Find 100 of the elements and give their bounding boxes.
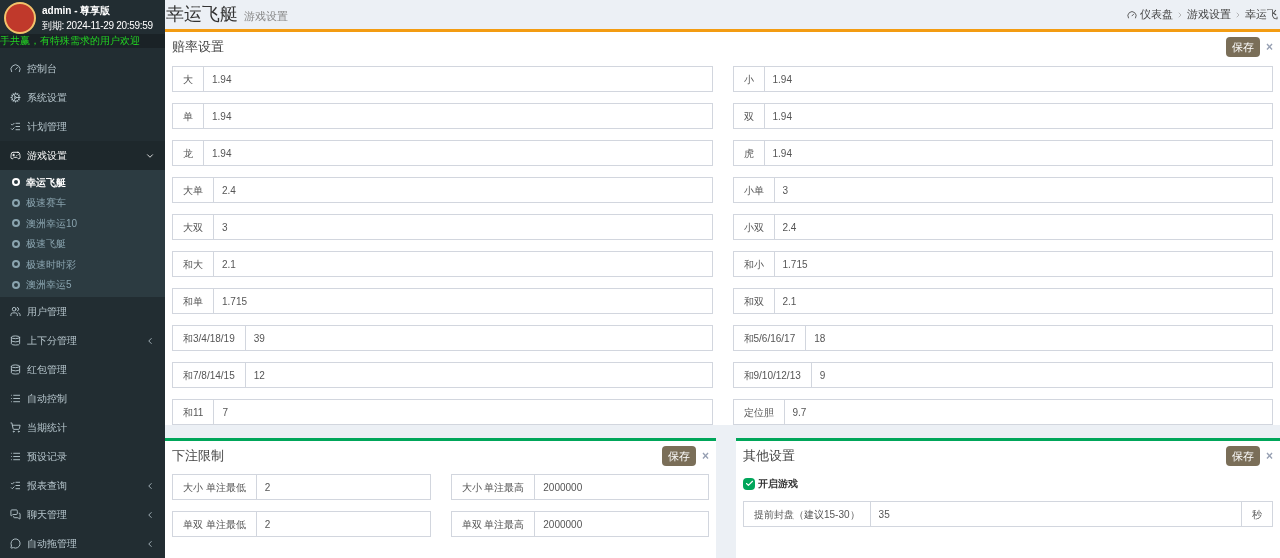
- input-field[interactable]: 35: [870, 501, 1242, 527]
- submenu-item[interactable]: 幸运飞艇: [0, 172, 165, 193]
- breadcrumb-link[interactable]: 游戏设置: [1187, 6, 1231, 23]
- field-label: 和大: [172, 251, 214, 277]
- sidebar-item[interactable]: 计划管理: [0, 112, 165, 142]
- input-field[interactable]: 9.7: [784, 399, 1273, 425]
- chat-icon: [10, 509, 21, 521]
- field-label: 单双 单注最低: [172, 511, 257, 537]
- input-field[interactable]: 12: [245, 362, 713, 388]
- box-title: 赔率设置: [172, 38, 224, 57]
- list-icon: [10, 121, 21, 133]
- field-label: 和9/10/12/13: [732, 362, 812, 388]
- field-label: 小: [732, 66, 765, 92]
- chevron-right-icon: [1234, 10, 1242, 19]
- input-field[interactable]: 18: [806, 325, 1273, 351]
- checkbox-label: 开启游戏: [758, 477, 798, 491]
- input-field[interactable]: 3: [214, 214, 713, 240]
- chevron-left-icon: [145, 538, 155, 549]
- field-label: 提前封盘（建议15-30）: [743, 501, 871, 527]
- input-field[interactable]: 2: [256, 474, 431, 500]
- field-label: 大小 单注最高: [450, 474, 536, 500]
- field-label: 和单: [172, 288, 214, 314]
- input-field[interactable]: 1.94: [204, 103, 713, 129]
- input-field[interactable]: 1.94: [204, 140, 713, 166]
- gauge-icon: [10, 63, 21, 75]
- input-field[interactable]: 1.94: [764, 140, 1273, 166]
- save-button[interactable]: 保存: [1226, 446, 1260, 466]
- unit-label: 秒: [1242, 501, 1273, 527]
- input-field[interactable]: 2.4: [774, 214, 1273, 240]
- field-label: 龙: [172, 140, 204, 166]
- box-title: 下注限制: [172, 447, 224, 466]
- sidebar-item[interactable]: 系统设置: [0, 83, 165, 113]
- field-label: 和5/6/16/17: [732, 325, 807, 351]
- input-field[interactable]: 9: [811, 362, 1273, 388]
- page-subtitle: 游戏设置: [244, 9, 288, 24]
- submenu-item[interactable]: 极速时时彩: [0, 254, 165, 275]
- input-field[interactable]: 2000000: [535, 474, 709, 500]
- input-field[interactable]: 7: [214, 399, 713, 425]
- input-field[interactable]: 1.94: [764, 66, 1273, 92]
- dashboard-icon: [1127, 9, 1137, 20]
- chevron-right-icon: [1176, 10, 1184, 19]
- input-field[interactable]: 1.715: [214, 288, 713, 314]
- user-name: admin - 尊享版: [42, 4, 112, 18]
- field-label: 大小 单注最低: [172, 474, 257, 500]
- chevron-left-icon: [145, 509, 155, 520]
- field-label: 虎: [732, 140, 765, 166]
- gears-icon: [10, 92, 21, 104]
- breadcrumb-link[interactable]: 幸运飞: [1245, 6, 1278, 23]
- sidebar-item[interactable]: 游戏设置: [0, 141, 165, 171]
- sidebar-item[interactable]: 控制台: [0, 54, 165, 84]
- sidebar-item[interactable]: 报表查询: [0, 471, 165, 501]
- field-label: 大单: [172, 177, 214, 203]
- list-icon: [10, 393, 21, 405]
- marquee-text: 手共赢，有特殊需求的用户欢迎: [0, 34, 140, 48]
- field-label: 小双: [732, 214, 775, 240]
- sidebar-item[interactable]: 自动拖管理: [0, 529, 165, 558]
- input-field[interactable]: 39: [245, 325, 713, 351]
- input-field[interactable]: 2.1: [774, 288, 1273, 314]
- sidebar-item[interactable]: 当期统计: [0, 413, 165, 443]
- database-icon: [10, 335, 21, 347]
- input-field[interactable]: 1.94: [204, 66, 713, 92]
- field-label: 小单: [732, 177, 775, 203]
- sidebar-item[interactable]: 聊天管理: [0, 500, 165, 530]
- input-field[interactable]: 1.94: [764, 103, 1273, 129]
- sidebar-item[interactable]: 自动控制: [0, 384, 165, 414]
- save-button[interactable]: 保存: [1226, 37, 1260, 57]
- save-button[interactable]: 保存: [662, 446, 696, 466]
- field-label: 大双: [172, 214, 214, 240]
- field-label: 和小: [732, 251, 775, 277]
- field-label: 大: [172, 66, 204, 92]
- input-field[interactable]: 2: [256, 511, 431, 537]
- check-icon: [744, 479, 754, 488]
- users-icon: [10, 306, 21, 318]
- chevron-left-icon: [145, 480, 155, 491]
- submenu-item[interactable]: 极速飞艇: [0, 233, 165, 255]
- field-label: 单: [172, 103, 204, 129]
- input-field[interactable]: 3: [774, 177, 1273, 203]
- cart-icon: [10, 422, 21, 434]
- box-title: 其他设置: [743, 447, 795, 466]
- field-label: 和双: [732, 288, 775, 314]
- input-field[interactable]: 2.1: [214, 251, 713, 277]
- list-icon: [10, 480, 21, 492]
- input-field[interactable]: 2000000: [535, 511, 709, 537]
- sidebar-item[interactable]: 用户管理: [0, 297, 165, 327]
- sidebar-item[interactable]: 预设记录: [0, 442, 165, 472]
- list-icon: [10, 451, 21, 463]
- breadcrumb-link[interactable]: 仪表盘: [1140, 6, 1173, 23]
- submenu-item[interactable]: 极速赛车: [0, 192, 165, 214]
- field-label: 和7/8/14/15: [172, 362, 246, 388]
- checkbox[interactable]: [743, 477, 755, 490]
- field-label: 定位胆: [732, 399, 785, 425]
- submenu-item[interactable]: 澳洲幸运5: [0, 274, 165, 296]
- sidebar-item[interactable]: 红包管理: [0, 355, 165, 385]
- submenu-item[interactable]: 澳洲幸运10: [0, 213, 165, 234]
- input-field[interactable]: 1.715: [774, 251, 1273, 277]
- avatar-icon: [4, 2, 36, 34]
- sidebar-item[interactable]: 上下分管理: [0, 326, 165, 356]
- field-label: 双: [732, 103, 765, 129]
- expiry-date: 到期: 2024-11-29 20:59:59: [42, 19, 153, 33]
- input-field[interactable]: 2.4: [214, 177, 713, 203]
